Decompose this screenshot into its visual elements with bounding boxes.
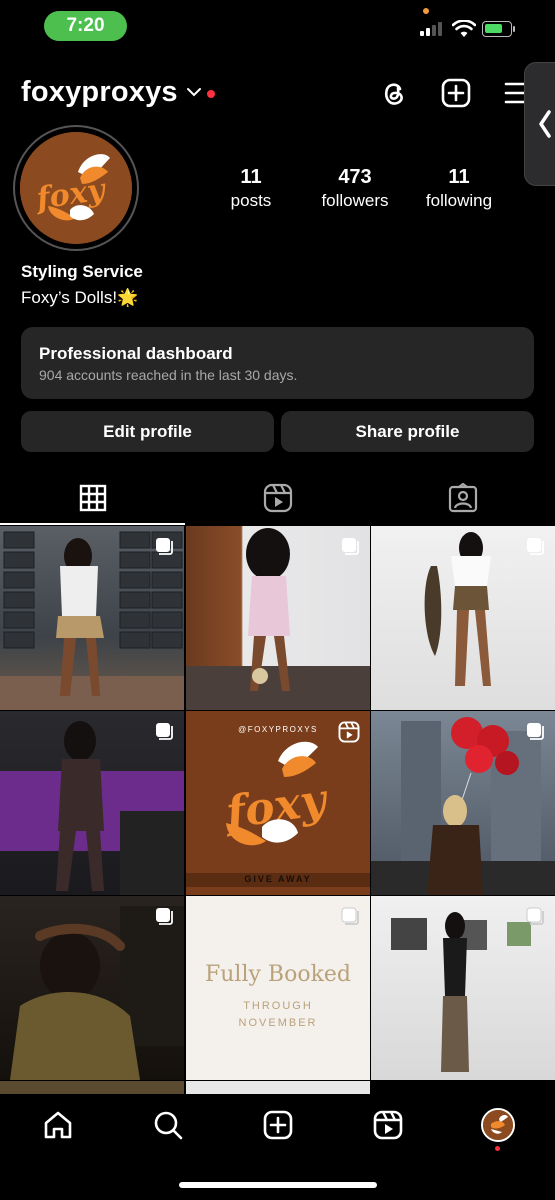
foxy-logo-small xyxy=(483,1110,513,1140)
multiple-posts-icon xyxy=(156,908,173,925)
dashboard-subtitle: 904 accounts reached in the last 30 days… xyxy=(39,367,298,383)
posts-label: posts xyxy=(230,191,272,210)
home-icon[interactable] xyxy=(42,1109,74,1141)
privacy-indicator xyxy=(423,8,429,14)
multiple-posts-icon xyxy=(156,538,173,555)
search-icon[interactable] xyxy=(152,1109,184,1141)
status-time: 7:20 xyxy=(44,11,127,41)
create-icon[interactable] xyxy=(262,1109,294,1141)
notification-dot xyxy=(495,1146,500,1151)
fully-booked-line2: NOVEMBER xyxy=(238,1017,318,1029)
post-thumbnail[interactable] xyxy=(371,896,555,1080)
threads-icon[interactable] xyxy=(378,77,410,109)
reels-nav-icon[interactable] xyxy=(372,1109,404,1141)
multiple-posts-icon xyxy=(526,907,544,925)
chevron-left-icon xyxy=(539,110,551,138)
tab-reels[interactable] xyxy=(185,478,370,526)
post-thumbnail[interactable] xyxy=(0,1081,184,1094)
reels-icon xyxy=(263,483,292,513)
foxy-logo: foxy xyxy=(20,132,132,244)
cellular-signal-icon xyxy=(420,22,442,36)
post-fully-booked[interactable]: Fully Booked THROUGH NOVEMBER xyxy=(186,896,370,1080)
multiple-posts-icon xyxy=(527,538,544,555)
reels-icon xyxy=(338,721,360,743)
bottom-nav xyxy=(0,1094,555,1200)
post-thumbnail[interactable] xyxy=(186,1081,370,1094)
fully-booked-line1: THROUGH xyxy=(243,1000,313,1012)
following-count: 11 xyxy=(448,166,470,188)
post-thumbnail[interactable] xyxy=(0,896,184,1080)
posts-count: 11 xyxy=(240,166,262,188)
tagged-icon xyxy=(448,483,477,513)
tab-grid[interactable] xyxy=(0,478,185,526)
multiple-posts-icon xyxy=(156,723,173,740)
followers-count: 473 xyxy=(338,166,372,188)
fully-booked-title: Fully Booked xyxy=(204,962,352,987)
followers-stat[interactable]: 473 followers xyxy=(310,166,400,211)
grid-icon xyxy=(79,484,106,512)
battery-icon xyxy=(482,21,515,37)
post-thumbnail[interactable] xyxy=(0,711,184,895)
edit-profile-button[interactable]: Edit profile xyxy=(21,411,274,452)
profile-tab-avatar[interactable] xyxy=(481,1108,515,1142)
wifi-icon xyxy=(452,20,476,37)
dashboard-title: Professional dashboard xyxy=(39,344,233,363)
giveaway-caption: GIVE AWAY xyxy=(244,874,312,884)
post-giveaway[interactable]: @FOXYPROXYS foxy GIVE AWAY xyxy=(186,711,370,895)
tab-tagged[interactable] xyxy=(370,478,555,526)
post-thumbnail[interactable] xyxy=(186,526,370,710)
home-indicator xyxy=(179,1182,377,1188)
profile-name: Styling Service xyxy=(21,262,143,281)
share-profile-button[interactable]: Share profile xyxy=(281,411,534,452)
chevron-down-icon[interactable] xyxy=(186,86,202,98)
post-thumbnail[interactable] xyxy=(371,526,555,710)
notification-dot xyxy=(207,90,215,98)
post-thumbnail[interactable] xyxy=(371,711,555,895)
multiple-posts-icon xyxy=(527,723,544,740)
followers-label: followers xyxy=(321,191,389,210)
create-post-icon[interactable] xyxy=(440,77,472,109)
following-label: following xyxy=(425,191,493,210)
multiple-posts-icon xyxy=(342,538,359,555)
active-tab-indicator xyxy=(0,523,185,525)
profile-avatar[interactable]: foxy xyxy=(13,125,139,251)
multiple-posts-icon xyxy=(341,907,359,925)
profile-bio: Foxy’s Dolls!🌟 xyxy=(21,288,139,307)
side-panel-handle[interactable] xyxy=(524,62,555,186)
post-thumbnail[interactable] xyxy=(0,526,184,710)
following-stat[interactable]: 11 following xyxy=(413,166,505,211)
profile-username[interactable]: foxyproxys xyxy=(21,76,178,109)
posts-stat[interactable]: 11 posts xyxy=(221,166,281,211)
professional-dashboard[interactable]: Professional dashboard 904 accounts reac… xyxy=(21,327,534,399)
